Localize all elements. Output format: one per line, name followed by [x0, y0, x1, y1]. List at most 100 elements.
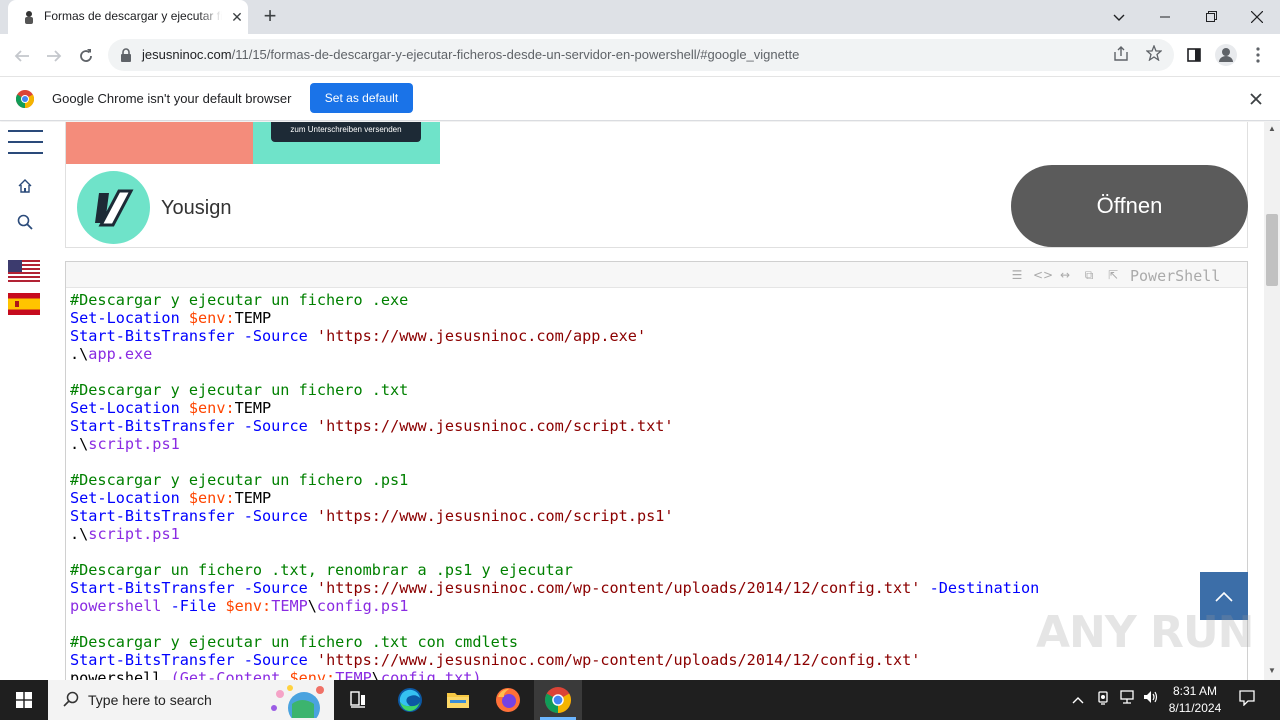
code-token: config.txt) — [380, 669, 482, 680]
profile-icon[interactable] — [1214, 43, 1238, 67]
url-text[interactable]: jesusninoc.com/11/15/formas-de-descargar… — [142, 47, 799, 62]
code-token: 'https://www.jesusninoc.com/wp-content/u… — [316, 579, 921, 597]
hamburger-line[interactable] — [8, 130, 43, 132]
code-line: Set-Location $env:TEMP — [70, 309, 1245, 327]
code-token: #Descargar y ejecutar un fichero .txt — [70, 381, 409, 399]
scrollbar-thumb[interactable] — [1266, 214, 1278, 286]
scroll-down-icon[interactable]: ▼ — [1264, 666, 1280, 678]
side-panel-icon[interactable] — [1182, 43, 1206, 67]
code-token: powershell — [70, 669, 171, 680]
windows-start-icon[interactable] — [0, 680, 48, 720]
browser-tab[interactable]: Formas de descargar y ejecutar ficheros … — [8, 0, 248, 34]
yousign-advertisement[interactable]: zum Unterschreiben versenden Yousign Öff… — [65, 122, 1248, 248]
infobar-close-icon[interactable] — [1246, 89, 1266, 109]
code-token: TEMP — [234, 399, 272, 417]
code-token: -Source — [243, 579, 308, 597]
code-token: TEMP — [335, 669, 372, 680]
copy-icon[interactable]: ⧉ — [1081, 267, 1097, 283]
clock-date: 8/11/2024 — [1168, 701, 1222, 715]
code-token: Start-BitsTransfer — [70, 579, 235, 597]
home-icon[interactable] — [15, 178, 35, 198]
scroll-up-icon[interactable]: ▲ — [1264, 124, 1280, 136]
code-token: $env: — [289, 669, 336, 680]
url-host: jesusninoc.com — [142, 47, 232, 62]
taskbar-search-box[interactable]: Type here to search — [48, 680, 334, 720]
lock-icon[interactable] — [120, 48, 132, 62]
code-token: .\ — [70, 435, 89, 453]
tab-search-chevron-icon[interactable] — [1096, 4, 1142, 30]
code-token: #Descargar y ejecutar un fichero .ps1 — [70, 471, 409, 489]
code-token: TEMP — [234, 489, 272, 507]
open-new-window-icon[interactable]: ⇱ — [1105, 267, 1121, 283]
code-token: 'https://www.jesusninoc.com/wp-content/u… — [316, 651, 921, 669]
code-line: #Descargar y ejecutar un fichero .ps1 — [70, 471, 1245, 489]
code-token: powershell — [70, 597, 162, 615]
share-icon[interactable] — [1112, 46, 1130, 64]
code-token: #Descargar y ejecutar un fichero .exe — [70, 291, 409, 309]
notification-center-icon[interactable] — [1236, 690, 1258, 710]
close-window-button[interactable] — [1234, 4, 1280, 30]
view-plain-icon[interactable]: ☰ — [1009, 267, 1025, 283]
ethernet-icon[interactable] — [1117, 690, 1137, 710]
page-scrollbar[interactable]: ▲ ▼ — [1264, 122, 1280, 680]
hamburger-line[interactable] — [8, 141, 43, 143]
code-line: .\app.exe — [70, 345, 1245, 363]
minimize-button[interactable] — [1142, 4, 1188, 30]
code-token: 'https://www.jesusninoc.com/script.ps1' — [316, 507, 674, 525]
url-path: /11/15/formas-de-descargar-y-ejecutar-fi… — [231, 47, 800, 62]
chrome-taskbar-icon[interactable] — [534, 680, 582, 720]
tab-close-icon[interactable]: ✕ — [229, 9, 245, 25]
code-token: Start-BitsTransfer — [70, 417, 235, 435]
address-bar[interactable]: jesusninoc.com/11/15/formas-de-descargar… — [108, 39, 1174, 71]
code-line: .\script.ps1 — [70, 525, 1245, 543]
code-token: app.exe — [88, 345, 153, 363]
edge-browser-icon[interactable] — [386, 680, 434, 720]
code-token: Start-BitsTransfer — [70, 507, 235, 525]
code-token: (Get-Content — [170, 669, 290, 680]
code-line: #Descargar y ejecutar un fichero .txt — [70, 381, 1245, 399]
firefox-icon[interactable] — [484, 680, 532, 720]
search-icon[interactable] — [15, 214, 35, 234]
us-flag-icon[interactable] — [8, 260, 40, 282]
hamburger-line[interactable] — [8, 152, 43, 154]
file-explorer-icon[interactable] — [434, 680, 482, 720]
forward-arrow-icon[interactable] — [40, 42, 68, 70]
network-status-icon[interactable] — [1093, 690, 1113, 710]
ad-open-button[interactable]: Öffnen — [1011, 165, 1248, 247]
code-line: #Descargar y ejecutar un fichero .exe — [70, 291, 1245, 309]
chevron-up-icon[interactable] — [1068, 690, 1088, 710]
code-language-label: PowerShell — [1130, 267, 1221, 285]
code-token: -Source — [243, 507, 308, 525]
code-line: Start-BitsTransfer -Source 'https://www.… — [70, 579, 1245, 597]
set-as-default-button[interactable]: Set as default — [310, 83, 413, 113]
yousign-logo-icon — [77, 171, 150, 244]
kebab-menu-icon[interactable] — [1246, 43, 1270, 67]
new-tab-button[interactable]: + — [258, 5, 282, 28]
search-placeholder: Type here to search — [88, 692, 212, 708]
clock-time: 8:31 AM — [1172, 684, 1218, 698]
code-token: Set-Location — [70, 309, 180, 327]
star-icon[interactable] — [1144, 44, 1164, 65]
reload-icon[interactable] — [72, 42, 100, 70]
code-token: Set-Location — [70, 489, 180, 507]
code-token: #Descargar un fichero .txt, renombrar a … — [70, 561, 573, 579]
restore-button[interactable] — [1188, 4, 1234, 30]
code-token: .\ — [70, 525, 89, 543]
system-clock[interactable]: 8:31 AM 8/11/2024 — [1160, 683, 1230, 717]
volume-icon[interactable] — [1141, 690, 1161, 710]
code-token: 'https://www.jesusninoc.com/app.exe' — [316, 327, 647, 345]
code-token: -File — [170, 597, 217, 615]
expand-width-icon[interactable]: ↔ — [1057, 267, 1073, 283]
code-toolbar: ☰ <> ↔ ⧉ ⇱ PowerShell — [66, 262, 1247, 288]
view-source-icon[interactable]: <> — [1033, 267, 1053, 283]
code-token: script.ps1 — [88, 435, 180, 453]
task-view-icon[interactable] — [336, 680, 384, 720]
back-arrow-icon[interactable] — [8, 42, 36, 70]
spain-flag-icon[interactable] — [8, 293, 40, 315]
